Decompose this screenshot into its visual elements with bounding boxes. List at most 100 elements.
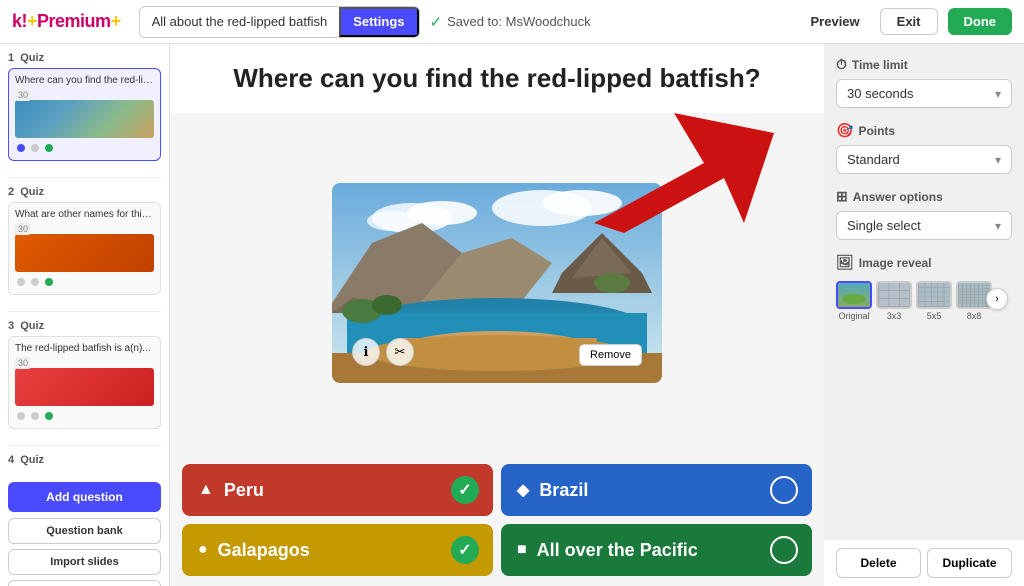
check-circle-galapagos: ✓ (451, 536, 479, 564)
answer-check-galapagos: ✓ (451, 536, 479, 564)
sidebar-card-1[interactable]: Where can you find the red-lipped... 30 (8, 68, 161, 161)
points-value: Standard (847, 152, 900, 167)
sidebar-section-1: 1 Quiz Where can you find the red-lipped… (0, 52, 169, 169)
answer-icon-brazil: ◆ (517, 480, 529, 500)
answer-check-pacific (770, 536, 798, 564)
dot-2-3 (45, 278, 53, 286)
reveal-3x3-label: 3x3 (887, 311, 902, 321)
quiz-num-1: 1 Quiz (8, 52, 161, 64)
question-area: Where can you find the red-lipped batfis… (170, 44, 824, 113)
landscape-container: ℹ ✂ Remove (332, 183, 662, 386)
question-bank-button[interactable]: Question bank (8, 518, 161, 544)
delete-button[interactable]: Delete (836, 548, 921, 578)
right-panel-wrapper: ⏱ Time limit 30 seconds ▾ 🎯 Points Stand… (824, 44, 1024, 586)
sidebar-section-4: 4 Quiz (0, 454, 169, 478)
image-reveal-section: 🖼 Image reveal Original (836, 254, 1012, 321)
time-limit-value: 30 seconds (847, 86, 914, 101)
sidebar-card-2[interactable]: What are other names for this crea... 30 (8, 202, 161, 295)
answer-card-galapagos[interactable]: ● Galapagos ✓ (182, 524, 493, 576)
reveal-3x3-button[interactable] (876, 281, 912, 309)
saved-indicator: ✓ Saved to: MsWoodchuck (430, 13, 591, 31)
sidebar-card-text-2: What are other names for this crea... (15, 209, 154, 220)
image-reveal-icon: 🖼 (836, 254, 854, 271)
sidebar-card-3[interactable]: The red-lipped batfish is a(n)... 30 (8, 336, 161, 429)
time-limit-label: ⏱ Time limit (836, 56, 1012, 73)
answer-options-chevron-icon: ▾ (995, 219, 1001, 233)
points-icon: 🎯 (836, 122, 853, 139)
answer-card-pacific[interactable]: ■ All over the Pacific (501, 524, 812, 576)
reveal-options-row: Original 3x3 (836, 281, 992, 321)
logo-plus: + (27, 11, 37, 31)
answer-card-brazil[interactable]: ◆ Brazil (501, 464, 812, 516)
divider-2 (8, 311, 161, 312)
dot-3-3 (45, 412, 53, 420)
done-button[interactable]: Done (948, 8, 1013, 35)
points-section: 🎯 Points Standard ▾ (836, 122, 1012, 174)
reveal-5x5-button[interactable] (916, 281, 952, 309)
reveal-group-5x5: 5x5 (916, 281, 952, 321)
remove-image-button[interactable]: Remove (579, 344, 642, 366)
sidebar-timer-3: 30 (15, 358, 154, 368)
reveal-next-button[interactable]: › (986, 288, 1008, 310)
reveal-5x5-label: 5x5 (927, 311, 942, 321)
sidebar-dots-2 (15, 276, 154, 288)
check-circle-peru: ✓ (451, 476, 479, 504)
dot-2-2 (31, 278, 39, 286)
answer-icon-pacific: ■ (517, 541, 527, 559)
sidebar-thumb-2 (15, 234, 154, 272)
image-edit-button[interactable]: ✂ (386, 338, 414, 366)
exit-button[interactable]: Exit (880, 8, 938, 35)
sidebar: 1 Quiz Where can you find the red-lipped… (0, 44, 170, 586)
main-layout: 1 Quiz Where can you find the red-lipped… (0, 44, 1024, 586)
topbar: k!+Premium+ All about the red-lipped bat… (0, 0, 1024, 44)
chevron-down-icon: ▾ (995, 87, 1001, 101)
points-select[interactable]: Standard ▾ (836, 145, 1012, 174)
sidebar-thumb-3 (15, 368, 154, 406)
sidebar-actions: Add question Question bank Import slides… (0, 478, 169, 586)
reveal-original-button[interactable] (836, 281, 872, 309)
dot-1-1 (17, 144, 25, 152)
quiz-num-4: 4 Quiz (8, 454, 161, 466)
import-slides-button[interactable]: Import slides (8, 549, 161, 575)
answer-options-section: ⊞ Answer options Single select ▾ (836, 188, 1012, 240)
reveal-8x8-label: 8x8 (967, 311, 982, 321)
image-info-button[interactable]: ℹ (352, 338, 380, 366)
settings-button[interactable]: Settings (339, 7, 418, 37)
quiz-title: All about the red-lipped batfish (140, 14, 340, 29)
points-label: 🎯 Points (836, 122, 1012, 139)
answers-grid: ▲ Peru ✓ ◆ Brazil ● Galapagos (170, 456, 824, 586)
sidebar-timer-2: 30 (15, 224, 154, 234)
dot-1-3 (45, 144, 53, 152)
logo: k!+Premium+ (12, 11, 121, 32)
add-question-button[interactable]: Add question (8, 482, 161, 512)
answer-check-peru: ✓ (451, 476, 479, 504)
sidebar-section-2: 2 Quiz What are other names for this cre… (0, 186, 169, 303)
title-pill: All about the red-lipped batfish Setting… (139, 6, 420, 38)
points-chevron-icon: ▾ (995, 153, 1001, 167)
preview-button[interactable]: Preview (801, 14, 870, 29)
answer-options-label: ⊞ Answer options (836, 188, 1012, 205)
right-panel-footer: Delete Duplicate (824, 539, 1024, 586)
answer-icon-galapagos: ● (198, 541, 208, 559)
question-text: Where can you find the red-lipped batfis… (230, 62, 764, 95)
check-circle-pacific (770, 536, 798, 564)
import-spreadsheet-button[interactable]: Import spreadsheet (8, 580, 161, 586)
check-icon: ✓ (430, 13, 443, 31)
quiz-num-3: 3 Quiz (8, 320, 161, 332)
answer-card-peru[interactable]: ▲ Peru ✓ (182, 464, 493, 516)
reveal-options-container: Original 3x3 (836, 277, 1012, 321)
image-area: ℹ ✂ Remove (170, 113, 824, 457)
answer-text-peru: Peru (224, 480, 477, 501)
duplicate-button[interactable]: Duplicate (927, 548, 1012, 578)
time-limit-section: ⏱ Time limit 30 seconds ▾ (836, 56, 1012, 108)
reveal-original-label: Original (838, 311, 869, 321)
answer-check-brazil (770, 476, 798, 504)
sidebar-timer-1: 30 (15, 90, 154, 100)
time-limit-select[interactable]: 30 seconds ▾ (836, 79, 1012, 108)
divider-1 (8, 177, 161, 178)
sidebar-card-text-3: The red-lipped batfish is a(n)... (15, 343, 154, 354)
sidebar-card-text-1: Where can you find the red-lipped... (15, 75, 154, 86)
saved-text: Saved to: MsWoodchuck (447, 14, 591, 29)
answer-options-select[interactable]: Single select ▾ (836, 211, 1012, 240)
sidebar-section-3: 3 Quiz The red-lipped batfish is a(n)...… (0, 320, 169, 437)
